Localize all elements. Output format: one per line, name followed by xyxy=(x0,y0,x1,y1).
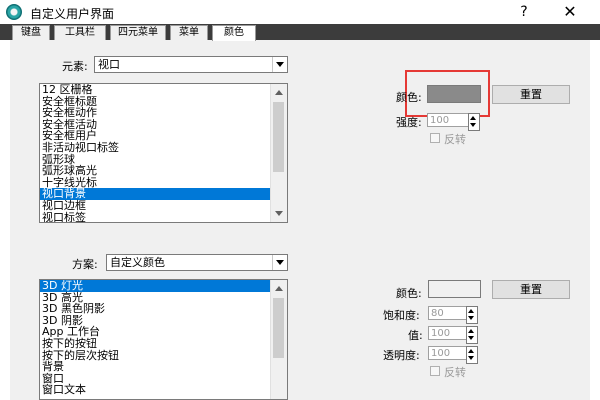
scheme-color-label: 颜色: xyxy=(396,287,422,300)
list-item-selected[interactable]: 3D 灯光 xyxy=(40,280,287,292)
element-color-swatch[interactable] xyxy=(427,85,481,103)
app-logo-icon xyxy=(6,4,22,20)
scheme-reset-button[interactable]: 重置 xyxy=(492,280,570,299)
invert-label: 反转 xyxy=(444,133,466,146)
spinner-arrows-icon[interactable] xyxy=(466,306,478,324)
chevron-down-icon[interactable] xyxy=(272,255,287,270)
transparency-label: 透明度: xyxy=(383,349,420,362)
scheme-list[interactable]: 3D 灯光 3D 高光 3D 黑色阴影 3D 阴影 App 工作台 按下的按钮 … xyxy=(39,279,288,400)
elements-dropdown-value: 视口 xyxy=(98,58,120,71)
tab-keyboard[interactable]: 键盘 xyxy=(12,25,50,40)
spinner-arrows-icon[interactable] xyxy=(466,326,478,344)
intensity-spinner[interactable]: 100 xyxy=(427,113,480,131)
intensity-value: 100 xyxy=(430,115,450,126)
element-color-label: 颜色: xyxy=(396,91,422,104)
elements-label: 元素: xyxy=(62,60,88,73)
list-item[interactable]: 弧形球高光 xyxy=(40,165,287,177)
value-label: 值: xyxy=(408,329,423,342)
scheme-dropdown[interactable]: 自定义颜色 xyxy=(106,254,288,271)
scheme-invert-label: 反转 xyxy=(444,366,466,379)
scroll-thumb[interactable] xyxy=(273,298,284,358)
list-item[interactable]: 视口标签 xyxy=(40,211,287,222)
element-reset-button[interactable]: 重置 xyxy=(492,85,570,104)
elements-scrollbar[interactable] xyxy=(270,84,287,222)
scroll-down-icon[interactable] xyxy=(271,206,287,222)
tab-toolbars[interactable]: 工具栏 xyxy=(54,25,106,40)
list-item[interactable]: 按下的按钮 xyxy=(40,338,287,350)
scheme-label: 方案: xyxy=(72,258,98,271)
value-spinner[interactable]: 100 xyxy=(428,326,478,344)
saturation-spinner[interactable]: 80 xyxy=(428,306,478,324)
transparency-value: 100 xyxy=(431,348,451,359)
tab-colors[interactable]: 颜色 xyxy=(212,25,256,41)
scroll-up-icon[interactable] xyxy=(271,280,287,296)
tab-menus[interactable]: 菜单 xyxy=(170,25,208,40)
scheme-color-swatch[interactable] xyxy=(428,280,481,298)
list-item[interactable]: 窗口文本 xyxy=(40,384,287,396)
help-button[interactable]: ? xyxy=(514,2,534,22)
tab-quad-menus[interactable]: 四元菜单 xyxy=(110,25,166,40)
left-edge xyxy=(0,40,10,400)
spinner-arrows-icon[interactable] xyxy=(466,346,478,364)
elements-list[interactable]: 12 区栅格 安全框标题 安全框动作 安全框活动 安全框用户 非活动视口标签 弧… xyxy=(39,83,288,223)
elements-dropdown[interactable]: 视口 xyxy=(94,56,288,73)
right-edge xyxy=(590,40,600,400)
intensity-label: 强度: xyxy=(396,116,422,129)
scheme-dropdown-value: 自定义颜色 xyxy=(110,256,165,269)
list-item[interactable]: 视口边框 xyxy=(40,200,287,212)
scroll-thumb[interactable] xyxy=(273,102,284,172)
chevron-down-icon[interactable] xyxy=(272,57,287,72)
scheme-invert-checkbox[interactable] xyxy=(430,366,440,376)
transparency-spinner[interactable]: 100 xyxy=(428,346,478,364)
saturation-value: 80 xyxy=(431,308,444,319)
list-item[interactable]: 12 区栅格 xyxy=(40,84,287,96)
spinner-arrows-icon[interactable] xyxy=(468,113,480,131)
close-button[interactable]: ✕ xyxy=(560,2,580,22)
value-value: 100 xyxy=(431,328,451,339)
invert-checkbox[interactable] xyxy=(430,133,440,143)
saturation-label: 饱和度: xyxy=(383,309,420,322)
window-title: 自定义用户界面 xyxy=(30,7,115,21)
list-item[interactable]: 非活动视口标签 xyxy=(40,142,287,154)
list-item[interactable]: 按下的层次按钮 xyxy=(40,349,287,362)
scheme-scrollbar[interactable] xyxy=(270,280,287,399)
scroll-up-icon[interactable] xyxy=(271,84,287,100)
list-item[interactable]: 背景 xyxy=(40,361,287,373)
